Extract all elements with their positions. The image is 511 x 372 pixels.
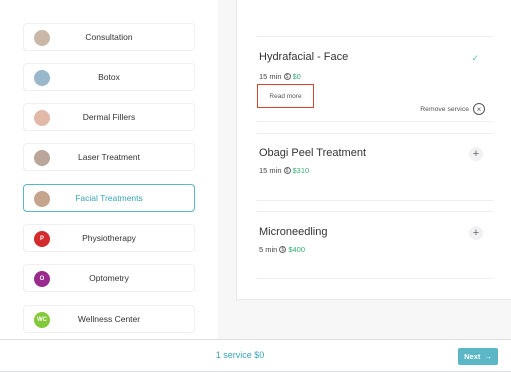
service-duration: 15 min — [259, 72, 282, 81]
booking-page: Consultation Botox Dermal Fillers Laser … — [0, 0, 511, 372]
service-duration: 5 min — [259, 245, 278, 254]
remove-service-label: Remove service — [420, 105, 469, 113]
dollar-icon: $ — [279, 246, 287, 253]
category-physiotherapy[interactable]: P Physiotherapy — [23, 224, 195, 252]
consultation-avatar — [34, 30, 50, 46]
category-wellness-center[interactable]: WC Wellness Center — [23, 305, 195, 333]
category-botox[interactable]: Botox — [23, 63, 195, 91]
remove-service-button[interactable]: Remove service × — [420, 103, 485, 115]
service-meta: 5 min $ $400 — [259, 245, 305, 254]
dollar-icon: $ — [283, 167, 291, 174]
read-more-label: Read more — [269, 92, 302, 100]
next-label: Next — [464, 352, 481, 361]
service-title: Microneedling — [259, 226, 328, 238]
service-card[interactable]: Microneedling + 5 min $ $400 — [257, 211, 493, 279]
footer-bar: 1 service $0 Next → — [0, 339, 511, 372]
category-laser-treatment[interactable]: Laser Treatment — [23, 143, 195, 171]
check-icon: ✓ — [471, 53, 479, 63]
add-service-icon[interactable]: + — [469, 147, 483, 161]
service-price: $0 — [292, 72, 301, 81]
botox-avatar — [34, 70, 50, 86]
service-price: $400 — [288, 245, 306, 254]
next-button[interactable]: Next → — [458, 348, 498, 365]
facial-treatments-avatar — [34, 191, 50, 207]
laser-treatment-avatar — [34, 150, 50, 166]
wellness-center-avatar: WC — [34, 312, 50, 328]
physiotherapy-avatar: P — [34, 231, 50, 247]
read-more-link[interactable]: Read more — [257, 84, 314, 108]
close-icon: × — [473, 103, 485, 115]
service-title: Obagi Peel Treatment — [259, 147, 367, 159]
dermal-fillers-avatar — [34, 110, 50, 126]
optometry-avatar: O — [34, 271, 50, 287]
category-list: Consultation Botox Dermal Fillers Laser … — [0, 0, 218, 340]
service-price: $310 — [292, 166, 310, 175]
service-meta: 15 min $ $310 — [259, 166, 309, 175]
service-meta: 15 min $ $0 — [259, 72, 301, 81]
dollar-icon: $ — [283, 73, 291, 80]
arrow-right-icon: → — [484, 352, 492, 361]
category-facial-treatments[interactable]: Facial Treatments — [23, 184, 195, 212]
cart-summary: 1 service $0 — [215, 350, 265, 360]
category-optometry[interactable]: O Optometry — [23, 264, 195, 292]
category-dermal-fillers[interactable]: Dermal Fillers — [23, 103, 195, 131]
service-title: Hydrafacial - Face — [259, 51, 349, 63]
service-card[interactable]: Hydrafacial - Face ✓ 15 min $ $0 Read mo… — [257, 36, 493, 122]
service-duration: 15 min — [259, 166, 282, 175]
add-service-icon[interactable]: + — [469, 226, 483, 240]
service-list: Hydrafacial - Face ✓ 15 min $ $0 Read mo… — [236, 0, 511, 300]
service-card[interactable]: Obagi Peel Treatment + 15 min $ $310 — [257, 133, 493, 201]
category-consultation[interactable]: Consultation — [23, 23, 195, 51]
